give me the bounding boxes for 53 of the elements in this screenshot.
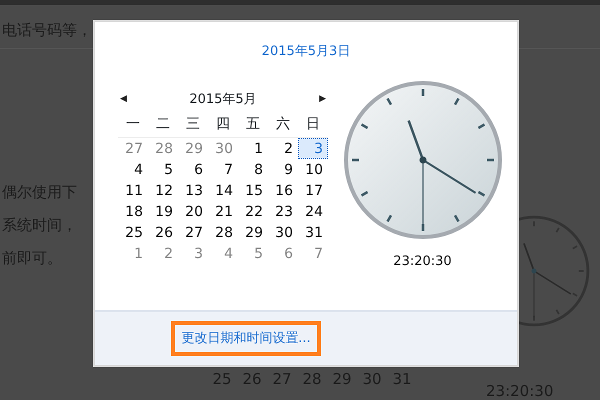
calendar-day[interactable]: 20 [178, 201, 208, 222]
calendar-day[interactable]: 8 [238, 159, 268, 180]
calendar-day[interactable]: 26 [148, 222, 178, 243]
calendar-day[interactable]: 5 [148, 159, 178, 180]
calendar-day[interactable]: 11 [118, 180, 148, 201]
calendar-day[interactable]: 3 [298, 138, 328, 159]
calendar-day[interactable]: 4 [118, 159, 148, 180]
calendar-day[interactable]: 24 [298, 201, 328, 222]
calendar-day[interactable]: 4 [208, 243, 238, 264]
calendar-day[interactable]: 1 [238, 138, 268, 159]
weekday-header: 五 [238, 109, 268, 138]
calendar-day[interactable]: 7 [208, 159, 238, 180]
weekday-header: 四 [208, 109, 238, 138]
calendar-day[interactable]: 22 [238, 201, 268, 222]
calendar-day[interactable]: 3 [178, 243, 208, 264]
calendar-day[interactable]: 21 [208, 201, 238, 222]
calendar-day[interactable]: 25 [118, 222, 148, 243]
calendar-day[interactable]: 28 [208, 222, 238, 243]
weekday-header: 三 [178, 109, 208, 138]
calendar-day[interactable]: 15 [238, 180, 268, 201]
calendar-day[interactable]: 29 [178, 138, 208, 159]
calendar-day[interactable]: 6 [268, 243, 298, 264]
calendar-day[interactable]: 23 [268, 201, 298, 222]
calendar-day[interactable]: 14 [208, 180, 238, 201]
calendar-day[interactable]: 27 [178, 222, 208, 243]
calendar-day[interactable]: 9 [268, 159, 298, 180]
previous-month-button[interactable]: ◀ [118, 92, 129, 106]
calendar-day[interactable]: 6 [178, 159, 208, 180]
weekday-header: 二 [148, 109, 178, 138]
calendar-day[interactable]: 17 [298, 180, 328, 201]
calendar-day[interactable]: 16 [268, 180, 298, 201]
calendar-day[interactable]: 27 [118, 138, 148, 159]
digital-time: 23:20:30 [393, 252, 452, 270]
calendar-day[interactable]: 5 [238, 243, 268, 264]
calendar-day[interactable]: 28 [148, 138, 178, 159]
weekday-header: 一 [118, 109, 148, 138]
calendar-day[interactable]: 30 [268, 222, 298, 243]
settings-link[interactable]: 更改日期和时间设置... [171, 320, 321, 356]
calendar-day[interactable]: 2 [148, 243, 178, 264]
month-title: 2015年5月 [189, 90, 257, 108]
calendar-day[interactable]: 18 [118, 201, 148, 222]
weekday-header: 六 [268, 109, 298, 138]
calendar-day[interactable]: 13 [178, 180, 208, 201]
calendar-day[interactable]: 30 [208, 138, 238, 159]
calendar-day[interactable]: 10 [298, 159, 328, 180]
next-month-button[interactable]: ▶ [317, 92, 328, 106]
calendar-day[interactable]: 29 [238, 222, 268, 243]
calendar-day[interactable]: 7 [298, 243, 328, 264]
calendar-day[interactable]: 19 [148, 201, 178, 222]
calendar-day[interactable]: 12 [148, 180, 178, 201]
calendar-day[interactable]: 31 [298, 222, 328, 243]
calendar-day[interactable]: 2 [268, 138, 298, 159]
calendar-day[interactable]: 1 [118, 243, 148, 264]
